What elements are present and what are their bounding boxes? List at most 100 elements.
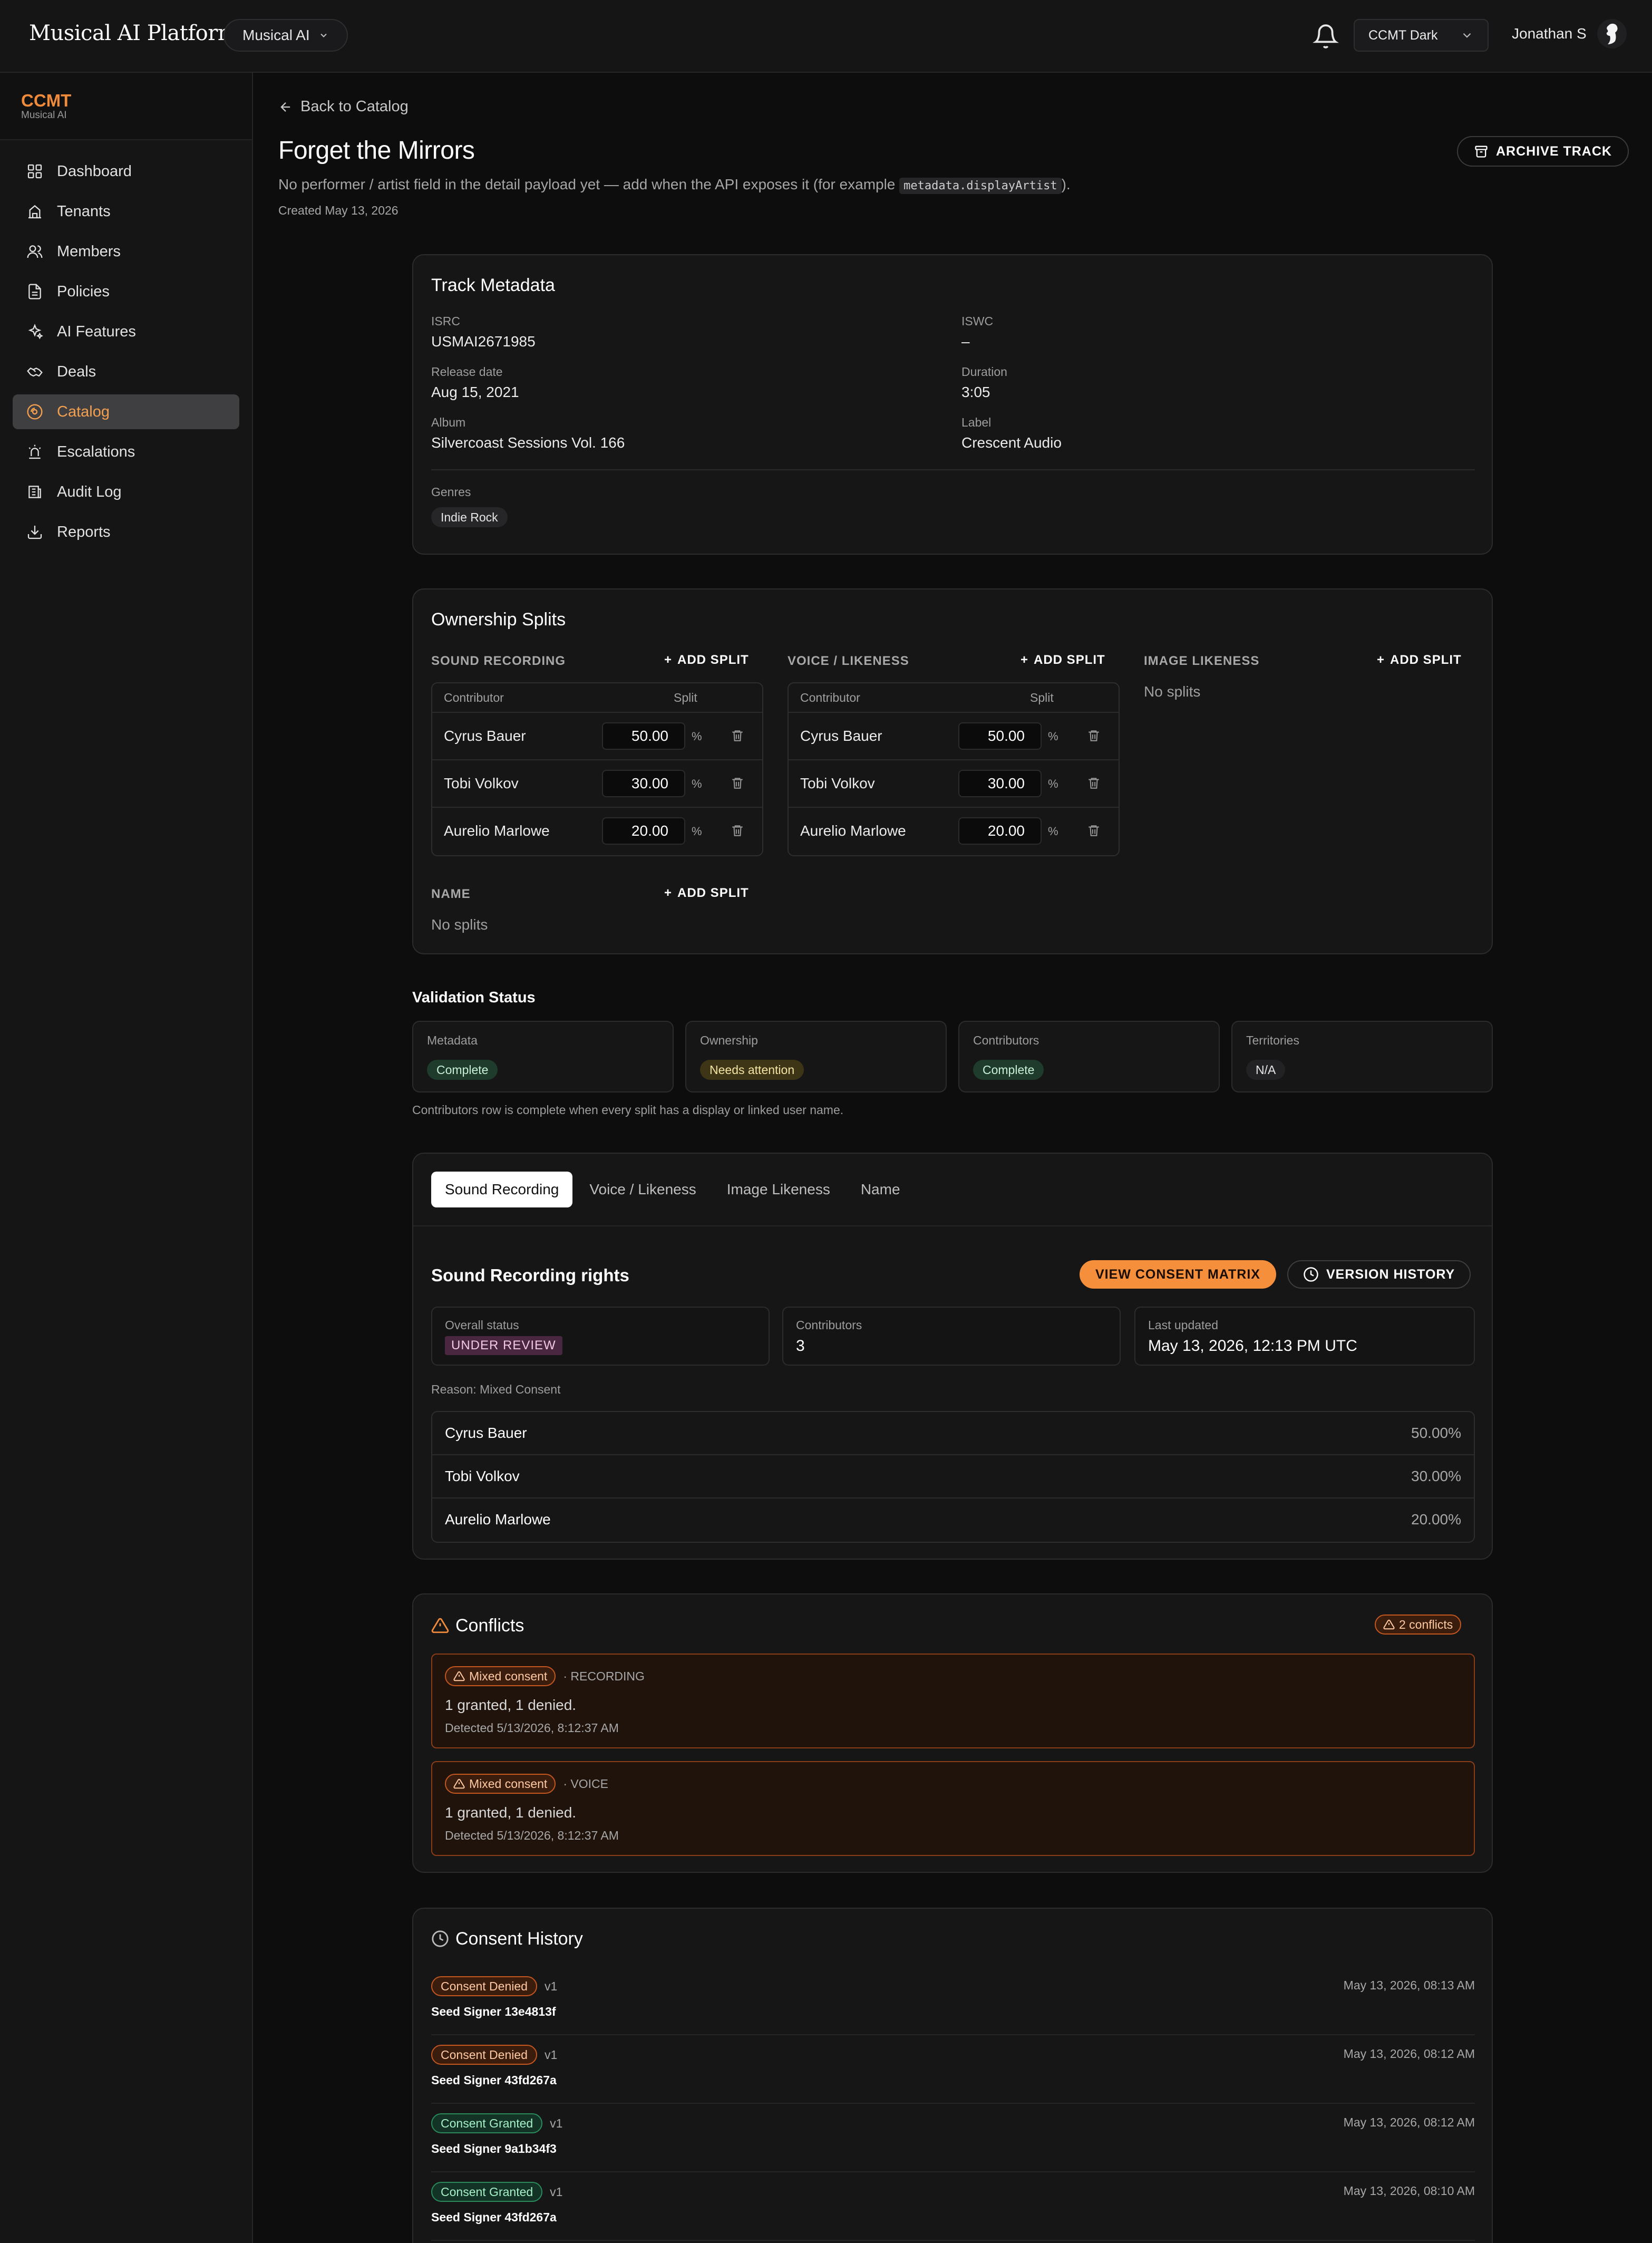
- sidebar-item-dashboard[interactable]: Dashboard: [13, 154, 239, 189]
- conflict-detected: Detected 5/13/2026, 8:12:37 AM: [445, 1721, 619, 1735]
- split-table: Contributor Split Cyrus Bauer 50.00 % To…: [788, 682, 1120, 856]
- percent-sign: %: [1048, 825, 1058, 838]
- sidebar-item-audit-log[interactable]: Audit Log: [13, 475, 239, 509]
- last-updated-box: Last updated May 13, 2026, 12:13 PM UTC: [1134, 1307, 1475, 1366]
- back-link[interactable]: Back to Catalog: [278, 98, 409, 115]
- trash-icon[interactable]: [731, 776, 744, 790]
- tab-name[interactable]: Name: [847, 1172, 914, 1207]
- history-time: May 13, 2026, 08:12 AM: [1343, 2047, 1475, 2061]
- back-link-label: Back to Catalog: [300, 98, 409, 115]
- label-value: Crescent Audio: [961, 434, 1062, 451]
- ownership-splits-card: Ownership Splits SOUND RECORDING + ADD SP…: [412, 588, 1493, 954]
- trash-icon[interactable]: [1087, 729, 1101, 742]
- history-item: Consent Granted v1 Seed Signer 43fd267a …: [431, 2172, 1475, 2241]
- history-time: May 13, 2026, 08:13 AM: [1343, 1978, 1475, 1992]
- rights-reason: Reason: Mixed Consent: [431, 1382, 561, 1396]
- add-split-button[interactable]: + ADD SPLIT: [664, 886, 749, 901]
- trash-icon[interactable]: [731, 824, 744, 837]
- plus-icon: +: [1377, 653, 1385, 667]
- log-icon: [28, 486, 41, 498]
- validation-label: Territories: [1246, 1033, 1299, 1047]
- release-value: Aug 15, 2021: [431, 384, 519, 400]
- contributor-name: Aurelio Marlowe: [445, 1511, 551, 1527]
- user-menu[interactable]: Jonathan S: [1512, 19, 1627, 49]
- track-metadata-card: Track Metadata ISRC USMAI2671985 ISWC – …: [412, 254, 1493, 555]
- sidebar-item-deals[interactable]: Deals: [13, 354, 239, 389]
- tab-image-likeness[interactable]: Image Likeness: [713, 1172, 844, 1207]
- history-time: May 13, 2026, 08:12 AM: [1343, 2115, 1475, 2129]
- subtitle-text: No performer / artist field in the detai…: [278, 176, 896, 192]
- divider: [431, 469, 1475, 470]
- history-list: Consent Denied v1 Seed Signer 13e4813f M…: [431, 1967, 1475, 2241]
- validation-title: Validation Status: [412, 989, 536, 1006]
- sidebar-item-members[interactable]: Members: [13, 234, 239, 269]
- bell-icon[interactable]: [1313, 23, 1339, 50]
- split-input[interactable]: 30.00: [958, 770, 1042, 797]
- sidebar-item-policies[interactable]: Policies: [13, 274, 239, 309]
- archive-icon: [1475, 146, 1488, 158]
- trash-icon[interactable]: [1087, 776, 1101, 790]
- duration-label: Duration: [961, 365, 1007, 379]
- trash-icon[interactable]: [731, 729, 744, 742]
- history-time: May 13, 2026, 08:10 AM: [1343, 2184, 1475, 2198]
- table-row: Aurelio Marlowe 20.00 %: [432, 808, 762, 855]
- sidebar-item-label: Catalog: [57, 403, 110, 420]
- card-title: Conflicts: [455, 1616, 524, 1636]
- split-input[interactable]: 30.00: [602, 770, 685, 797]
- consent-status-badge: Consent Granted: [431, 2182, 543, 2202]
- view-consent-matrix-button[interactable]: VIEW CONSENT MATRIX: [1080, 1260, 1276, 1289]
- percent-sign: %: [692, 825, 702, 838]
- add-split-label: ADD SPLIT: [677, 653, 749, 667]
- col-contributor: Contributor: [800, 691, 860, 704]
- warning-icon: [431, 1618, 449, 1633]
- archive-track-button[interactable]: ARCHIVE TRACK: [1457, 136, 1629, 167]
- contributor-name: Tobi Volkov: [800, 775, 875, 791]
- iswc-label: ISWC: [961, 314, 994, 328]
- version-tag: v1: [550, 2116, 563, 2130]
- conflict-header: Mixed consent · RECORDING: [445, 1666, 645, 1686]
- tab-sound-recording[interactable]: Sound Recording: [431, 1172, 573, 1207]
- table-row: Tobi Volkov 30.00 %: [432, 760, 762, 808]
- tab-voice-likeness[interactable]: Voice / Likeness: [576, 1172, 710, 1207]
- rights-table: Cyrus Bauer 50.00% Tobi Volkov 30.00% Au…: [431, 1411, 1475, 1543]
- split-section-label: NAME: [431, 887, 471, 901]
- org-select[interactable]: Musical AI: [223, 19, 348, 52]
- theme-select[interactable]: CCMT Dark: [1354, 19, 1489, 52]
- split-input[interactable]: 50.00: [958, 722, 1042, 750]
- validation-label: Metadata: [427, 1033, 478, 1047]
- plus-icon: +: [664, 886, 673, 900]
- sidebar-item-label: Reports: [57, 523, 111, 540]
- split-input[interactable]: 50.00: [602, 722, 685, 750]
- genre-chip: Indie Rock: [431, 507, 508, 527]
- consent-status-badge: Consent Granted: [431, 2113, 543, 2133]
- isrc-value: USMAI2671985: [431, 333, 536, 350]
- validation-card-ownership: Ownership Needs attention: [685, 1021, 947, 1093]
- sidebar-item-tenants[interactable]: Tenants: [13, 194, 239, 229]
- last-updated-value: May 13, 2026, 12:13 PM UTC: [1148, 1337, 1357, 1355]
- plus-icon: +: [1021, 653, 1029, 667]
- conflict-item: Mixed consent · RECORDING 1 granted, 1 d…: [431, 1654, 1475, 1748]
- warning-icon: [453, 1778, 465, 1789]
- consent-status-badge: Consent Denied: [431, 1976, 537, 1996]
- clock-icon: [1304, 1267, 1318, 1282]
- col-split: Split: [674, 691, 697, 704]
- sidebar-item-reports[interactable]: Reports: [13, 515, 239, 549]
- split-input[interactable]: 20.00: [958, 817, 1042, 845]
- conflict-badge: Mixed consent: [445, 1774, 556, 1794]
- add-split-button[interactable]: + ADD SPLIT: [1377, 653, 1462, 668]
- split-input[interactable]: 20.00: [602, 817, 685, 845]
- sidebar-item-catalog[interactable]: Catalog: [13, 394, 239, 429]
- iswc-value: –: [961, 333, 970, 350]
- chevron-down-icon: [1463, 33, 1471, 38]
- sidebar-item-ai-features[interactable]: AI Features: [13, 314, 239, 349]
- add-split-button[interactable]: + ADD SPLIT: [664, 653, 749, 668]
- add-split-button[interactable]: + ADD SPLIT: [1021, 653, 1105, 668]
- conflict-badge-label: Mixed consent: [469, 1669, 548, 1683]
- sidebar-subtitle: Musical AI: [21, 110, 67, 121]
- version-tag: v1: [544, 2047, 558, 2062]
- contributor-name: Tobi Volkov: [445, 1468, 520, 1484]
- avatar[interactable]: [1597, 19, 1627, 49]
- trash-icon[interactable]: [1087, 824, 1101, 837]
- version-history-button[interactable]: VERSION HISTORY: [1287, 1260, 1471, 1289]
- sidebar-item-escalations[interactable]: Escalations: [13, 434, 239, 469]
